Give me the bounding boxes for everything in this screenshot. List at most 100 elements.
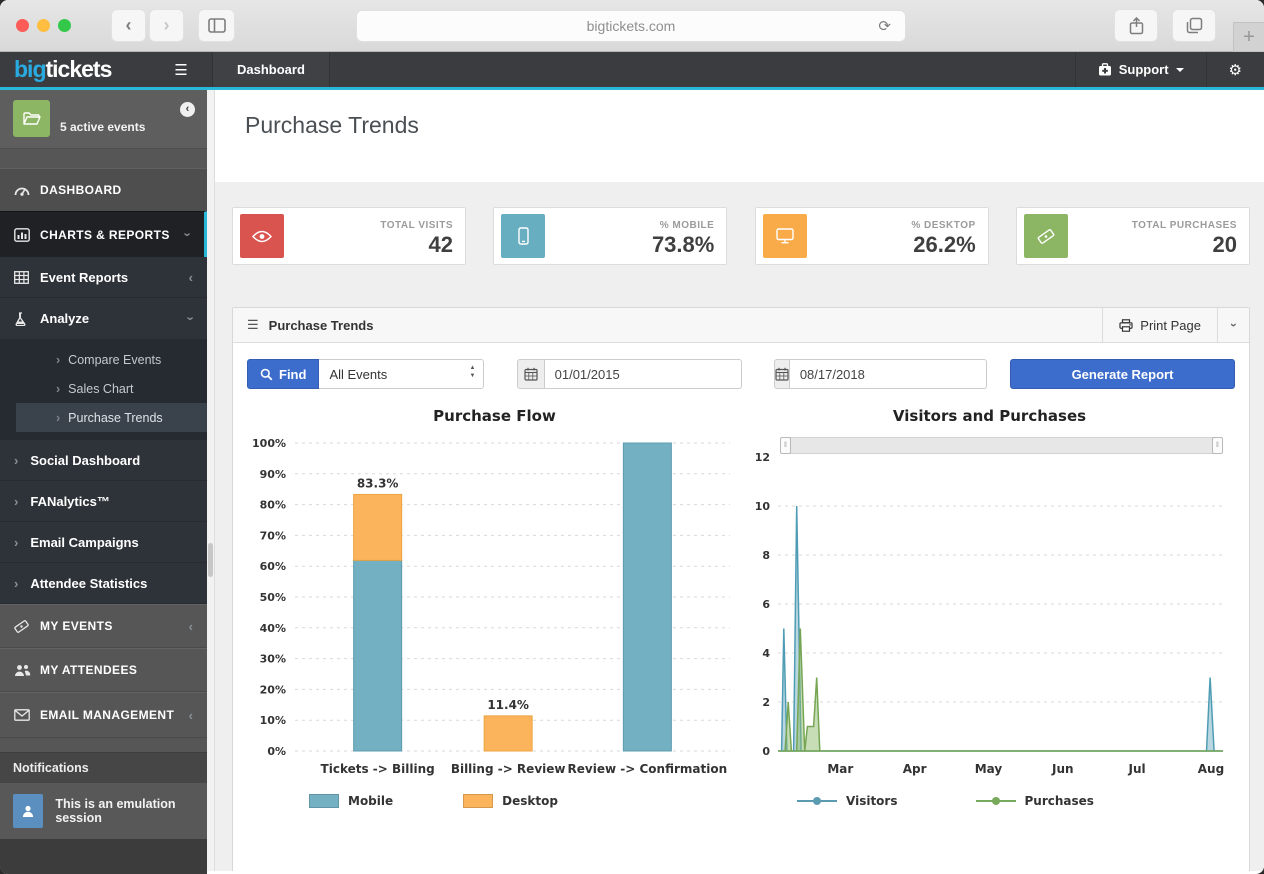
back-button[interactable]: ‹ xyxy=(111,9,146,42)
show-tabs-button[interactable] xyxy=(1172,9,1216,42)
print-page-button[interactable]: Print Page xyxy=(1102,308,1217,342)
svg-text:30%: 30% xyxy=(260,653,286,666)
stat-card-percent-mobile: % MOBILE73.8% xyxy=(493,207,727,265)
notification-item[interactable]: This is an emulation session xyxy=(0,783,207,839)
chevron-down-icon xyxy=(1176,68,1184,72)
analyze-submenu: ›Compare Events ›Sales Chart ›Purchase T… xyxy=(0,339,207,440)
page-header: Purchase Trends xyxy=(215,90,1264,182)
sidebar-icon xyxy=(208,18,226,33)
sidebar-item-my-events[interactable]: MY EVENTS ‹ xyxy=(0,604,207,648)
sidebar: 5 active events ‹ DASHBOARD CHARTS & REP… xyxy=(0,90,207,871)
events-filter-select[interactable]: All Events ▲▼ xyxy=(319,359,484,389)
svg-text:4: 4 xyxy=(762,647,770,660)
share-button[interactable] xyxy=(1114,9,1158,42)
svg-text:12: 12 xyxy=(755,451,770,464)
end-date-input[interactable] xyxy=(790,359,987,389)
svg-text:Billing -> Review: Billing -> Review xyxy=(451,762,566,776)
sidebar-item-sales-chart[interactable]: ›Sales Chart xyxy=(16,374,207,403)
forward-button[interactable]: › xyxy=(149,9,184,42)
stat-card-total-visits: TOTAL VISITS42 xyxy=(232,207,466,265)
users-icon xyxy=(14,664,40,677)
legend-item-mobile[interactable]: Mobile xyxy=(309,794,393,808)
svg-text:May: May xyxy=(975,762,1003,776)
browser-window: ‹ › bigtickets.com ⟳ + bigtickets ☰ Dash… xyxy=(0,0,1264,874)
svg-text:0: 0 xyxy=(762,745,770,758)
chevron-right-icon: › xyxy=(14,576,18,591)
start-date-input[interactable] xyxy=(545,359,742,389)
tabs-icon xyxy=(1186,17,1203,34)
sidebar-item-fanalytics[interactable]: ›FANalytics™ xyxy=(0,481,207,522)
support-menu[interactable]: Support xyxy=(1075,52,1206,87)
settings-gear-button[interactable]: ⚙ xyxy=(1206,52,1264,87)
scrollbar-thumb[interactable] xyxy=(208,543,213,577)
notifications-header: Notifications xyxy=(0,752,207,783)
chart-range-slider[interactable]: ‖ ‖ xyxy=(780,437,1223,454)
sidebar-scrollbar[interactable] xyxy=(207,90,215,871)
support-kit-icon xyxy=(1098,63,1112,76)
notification-text: This is an emulation session xyxy=(55,797,207,825)
sidebar-item-compare-events[interactable]: ›Compare Events xyxy=(16,345,207,374)
app-navbar: bigtickets ☰ Dashboard Support ⚙ xyxy=(0,52,1264,90)
sidebar-item-social-dashboard[interactable]: ›Social Dashboard xyxy=(0,440,207,481)
sidebar-events-summary: 5 active events ‹ xyxy=(0,90,207,148)
sidebar-item-purchase-trends[interactable]: ›Purchase Trends xyxy=(16,403,207,432)
stat-card-total-purchases: TOTAL PURCHASES20 xyxy=(1016,207,1250,265)
legend-item-desktop[interactable]: Desktop xyxy=(463,794,558,808)
new-tab-button[interactable]: + xyxy=(1233,22,1264,52)
purchase-flow-chart: Purchase Flow 0%10%20%30%40%50%60%70%80%… xyxy=(247,407,742,808)
share-icon xyxy=(1129,17,1144,35)
sidebar-item-attendee-statistics[interactable]: ›Attendee Statistics xyxy=(0,563,207,604)
chart-title: Visitors and Purchases xyxy=(742,407,1237,425)
traffic-lights xyxy=(16,19,71,32)
sidebar-collapse-button[interactable]: ‹ xyxy=(180,102,195,117)
close-window-button[interactable] xyxy=(16,19,29,32)
chevron-left-icon: ‹ xyxy=(189,619,193,634)
address-bar[interactable]: bigtickets.com ⟳ xyxy=(356,10,906,42)
slider-handle-right[interactable]: ‖ xyxy=(1212,437,1223,454)
sidebar-item-dashboard[interactable]: DASHBOARD xyxy=(0,168,207,211)
reload-icon[interactable]: ⟳ xyxy=(878,17,891,35)
sidebar-item-email-campaigns[interactable]: ›Email Campaigns xyxy=(0,522,207,563)
legend-item-purchases[interactable]: Purchases xyxy=(976,794,1094,808)
table-icon xyxy=(14,271,40,284)
generate-report-button[interactable]: Generate Report xyxy=(1010,359,1235,389)
slider-handle-left[interactable]: ‖ xyxy=(780,437,791,454)
navbar-dashboard-link[interactable]: Dashboard xyxy=(212,52,330,87)
url-text: bigtickets.com xyxy=(587,18,676,34)
svg-text:Mar: Mar xyxy=(827,762,853,776)
minimize-window-button[interactable] xyxy=(37,19,50,32)
svg-text:100%: 100% xyxy=(252,437,286,450)
sidebar-item-analyze[interactable]: Analyze › xyxy=(0,298,207,339)
chevron-right-icon: › xyxy=(14,494,18,509)
dashboard-gauge-icon xyxy=(14,183,40,197)
ticket-icon xyxy=(14,620,40,633)
active-events-icon[interactable] xyxy=(13,100,50,137)
visitors-purchases-chart: Visitors and Purchases ‖ ‖ 024681012MarA… xyxy=(742,407,1237,808)
envelope-icon xyxy=(14,709,40,721)
purchase-trends-panel: ☰ Purchase Trends Print Page › xyxy=(232,307,1250,871)
sidebar-item-my-attendees[interactable]: MY ATTENDEES xyxy=(0,648,207,692)
active-events-label: 5 active events xyxy=(60,120,145,134)
svg-text:50%: 50% xyxy=(260,591,286,604)
panel-title: Purchase Trends xyxy=(269,318,374,333)
svg-text:11.4%: 11.4% xyxy=(487,698,529,712)
visitors-purchases-plot: 024681012MarAprMayJunJulAug xyxy=(742,429,1237,781)
sidebar-item-charts-reports[interactable]: CHARTS & REPORTS › xyxy=(0,211,207,257)
bigtickets-logo[interactable]: bigtickets xyxy=(0,52,150,87)
sidebar-item-event-reports[interactable]: Event Reports ‹ xyxy=(0,257,207,298)
chevron-down-icon: › xyxy=(1227,323,1241,327)
find-button[interactable]: Find xyxy=(247,359,319,389)
sidebar-item-email-management[interactable]: EMAIL MANAGEMENT ‹ xyxy=(0,692,207,738)
panel-menu-icon[interactable]: ☰ xyxy=(247,317,259,333)
svg-text:80%: 80% xyxy=(260,499,286,512)
zoom-window-button[interactable] xyxy=(58,19,71,32)
panel-heading: ☰ Purchase Trends Print Page › xyxy=(233,308,1249,343)
select-arrows-icon: ▲▼ xyxy=(469,364,475,381)
svg-text:90%: 90% xyxy=(260,468,286,481)
main-content: Purchase Trends TOTAL VISITS42 xyxy=(215,90,1264,871)
sidebar-toggle-button[interactable] xyxy=(198,9,235,42)
menu-toggle-icon[interactable]: ☰ xyxy=(150,52,212,87)
print-options-dropdown[interactable]: › xyxy=(1217,308,1249,342)
visitors-line-icon xyxy=(797,800,837,802)
legend-item-visitors[interactable]: Visitors xyxy=(797,794,898,808)
